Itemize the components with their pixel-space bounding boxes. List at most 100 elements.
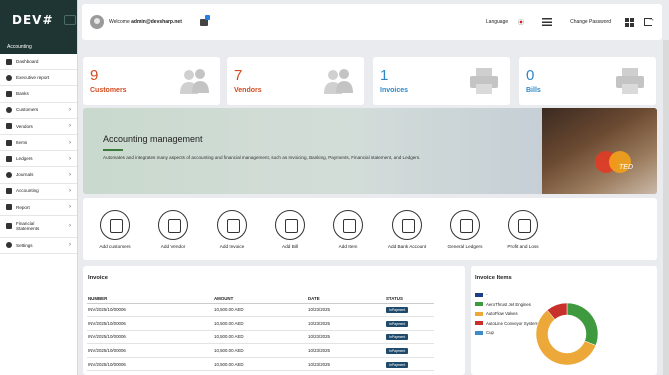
sidebar-item-label: Banks xyxy=(16,91,29,97)
add-bill-button[interactable]: Add Bill xyxy=(262,210,318,249)
invoice-items-title: Invoice Items xyxy=(475,275,512,281)
chevron-right-icon: › xyxy=(69,123,71,130)
stat-card-customers[interactable]: 9 Customers xyxy=(83,57,220,105)
table-row[interactable]: INV/2025/10/00006 10,500.00 AED 10/23/2025… xyxy=(87,316,434,331)
action-label: Add Bank Account xyxy=(387,244,427,249)
stat-card-vendors[interactable]: 7 Vendors xyxy=(227,57,364,105)
legend-item[interactable]: AutoFlow Valves xyxy=(475,309,540,319)
sidebar-item-accounting[interactable]: Accounting › xyxy=(0,184,77,200)
chat-icon[interactable] xyxy=(199,14,210,26)
calculator-icon xyxy=(6,188,12,195)
status-cell: InPayment xyxy=(385,316,434,331)
invoice-items-donut-chart xyxy=(535,302,599,366)
invoice-number: INV/2025/10/00006 xyxy=(87,343,213,358)
legend-item[interactable]: Cup xyxy=(475,328,540,338)
sidebar-item-journals[interactable]: Journals › xyxy=(0,167,77,184)
add-customer-icon xyxy=(100,210,130,240)
people-icon xyxy=(324,69,353,94)
chevron-right-icon: › xyxy=(69,107,71,114)
sidebar-item-financial-statements[interactable]: Financial Statements › xyxy=(0,216,77,238)
column-header: NUMBER xyxy=(87,295,213,304)
add-bank-account-button[interactable]: Add Bank Account xyxy=(379,210,435,249)
sidebar-item-label: Report xyxy=(16,204,30,210)
ledger-icon xyxy=(6,155,12,162)
sidebar-item-label: Vendors xyxy=(16,123,33,129)
page-scrollbar[interactable] xyxy=(663,40,669,375)
ledger-icon xyxy=(450,210,480,240)
legend-swatch xyxy=(475,292,483,297)
legend-swatch xyxy=(475,302,483,307)
report-icon xyxy=(6,74,12,81)
profit-and-loss-button[interactable]: Profit and Loss xyxy=(495,210,551,249)
top-bar-actions: Language Change Password xyxy=(486,16,662,27)
sidebar-item-label: Ledgers xyxy=(16,155,33,161)
invoice-table: NUMBER AMOUNT DATE STATUS INV/2025/10/00… xyxy=(87,295,434,372)
sidebar-item-report[interactable]: Report › xyxy=(0,200,77,216)
status-cell: InPayment xyxy=(385,303,434,318)
legend-item[interactable]: - xyxy=(475,290,540,300)
stat-label: Customers xyxy=(90,87,127,94)
table-row[interactable]: INV/2025/10/00006 10,500.00 AED 10/23/2025… xyxy=(87,330,434,345)
sidebar-item-items[interactable]: Items › xyxy=(0,135,77,152)
invoice-amount: 10,500.00 AED xyxy=(213,316,307,331)
legend-swatch xyxy=(475,330,483,335)
sidebar-item-executive-report[interactable]: Executive report xyxy=(0,70,77,87)
avatar[interactable] xyxy=(90,15,104,29)
list-icon[interactable] xyxy=(542,18,553,26)
sidebar-item-ledgers[interactable]: Ledgers › xyxy=(0,151,77,168)
invoice-number: INV/2025/10/00006 xyxy=(87,303,213,318)
status-badge: InPayment xyxy=(386,334,409,341)
general-ledgers-button[interactable]: General Ledgers xyxy=(437,210,493,249)
welcome-prefix: Welcome xyxy=(109,19,130,25)
stat-card-bills[interactable]: 0 Bills xyxy=(519,57,656,105)
list-icon xyxy=(6,139,12,146)
stat-card-invoices[interactable]: 1 Invoices xyxy=(373,57,510,105)
status-badge: InPayment xyxy=(386,361,409,368)
sidebar-item-settings[interactable]: Settings › xyxy=(0,238,77,255)
add-vendor-button[interactable]: Add Vendor xyxy=(145,210,201,249)
sidebar-toggle-button[interactable] xyxy=(63,15,76,25)
legend-item[interactable]: AutoLine Conveyor Systems xyxy=(475,319,540,329)
column-header: STATUS xyxy=(385,295,434,304)
legend-swatch xyxy=(475,311,483,316)
sidebar-item-customers[interactable]: Customers › xyxy=(0,103,77,119)
grid-icon[interactable] xyxy=(625,17,634,27)
column-header: DATE xyxy=(307,295,385,304)
add-item-button[interactable]: Add Item xyxy=(320,210,376,249)
table-row[interactable]: INV/2025/10/00006 10,500.00 AED 10/23/2025… xyxy=(87,303,434,318)
flag-icon[interactable] xyxy=(518,19,525,25)
add-bill-icon xyxy=(275,210,305,240)
dashboard-icon xyxy=(6,58,12,65)
status-badge: InPayment xyxy=(386,320,409,327)
printer-icon xyxy=(616,68,644,94)
stat-label: Bills xyxy=(526,87,541,94)
sidebar-item-label: Journals xyxy=(16,172,34,178)
people-icon xyxy=(180,69,209,94)
add-invoice-button[interactable]: Add Invoice xyxy=(204,210,260,249)
stat-value: 9 xyxy=(90,67,99,84)
stat-label: Invoices xyxy=(380,87,409,94)
chevron-right-icon: › xyxy=(69,204,71,211)
table-row[interactable]: INV/2025/10/00006 10,500.00 AED 10/23/2025… xyxy=(87,357,434,372)
table-row[interactable]: INV/2025/10/00006 10,500.00 AED 10/23/2025… xyxy=(87,343,434,358)
sidebar-item-dashboard[interactable]: Dashboard xyxy=(0,54,77,71)
legend-label: Cup xyxy=(486,330,494,336)
sidebar: DEV# Accounting Dashboard Executive repo… xyxy=(0,0,78,375)
language-label[interactable]: Language xyxy=(486,19,508,25)
add-customers-button[interactable]: Add customers xyxy=(87,210,143,249)
sidebar-item-banks[interactable]: Banks xyxy=(0,86,77,103)
logout-icon[interactable] xyxy=(644,16,655,26)
legend-item[interactable]: AeroThrust Jet Engines xyxy=(475,300,540,310)
change-password-link[interactable]: Change Password xyxy=(570,19,611,25)
quick-actions: Add customers Add Vendor Add Invoice Add… xyxy=(83,198,657,260)
invoice-date: 10/23/2025 xyxy=(307,303,385,318)
sidebar-item-vendors[interactable]: Vendors › xyxy=(0,119,77,135)
sidebar-item-label: Executive report xyxy=(16,75,50,81)
action-label: Add customers xyxy=(99,244,131,249)
bank-account-icon xyxy=(392,210,422,240)
pie-slice-aerothrust-jet-engines[interactable] xyxy=(566,302,599,346)
action-label: Add Vendor xyxy=(160,244,186,249)
status-cell: InPayment xyxy=(385,330,434,345)
welcome-text: Welcome admin@devsharp.net xyxy=(109,19,182,25)
logo-bar: DEV# xyxy=(0,0,77,40)
